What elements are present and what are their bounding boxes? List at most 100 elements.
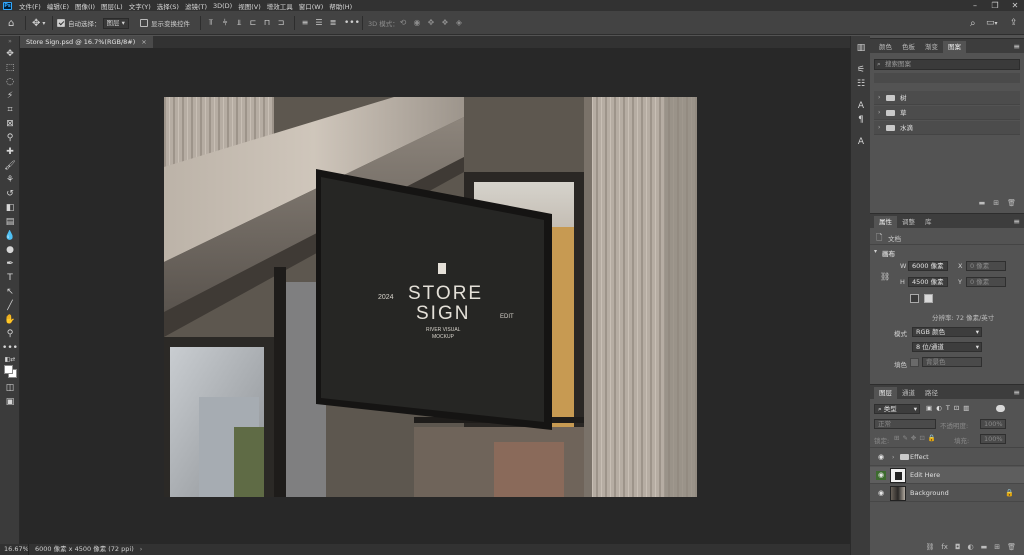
tab-color[interactable]: 颜色: [874, 41, 897, 53]
quick-mask-icon[interactable]: ◫: [0, 382, 20, 394]
menu-plugins[interactable]: 增效工具: [267, 1, 293, 11]
character-panel-icon[interactable]: A: [851, 100, 871, 112]
paragraph-panel-icon[interactable]: ¶: [851, 114, 871, 126]
x-field[interactable]: 0 像素: [966, 261, 1006, 271]
menu-file[interactable]: 文件(F): [19, 1, 41, 11]
zoom-tool-icon[interactable]: ⚲: [0, 328, 20, 340]
pen-tool-icon[interactable]: ✒: [0, 258, 20, 270]
pattern-search-input[interactable]: ⌕ 搜索图案: [874, 59, 1020, 70]
menu-edit[interactable]: 编辑(E): [47, 1, 69, 11]
tab-patterns[interactable]: 图案: [943, 41, 966, 53]
tab-adjustments[interactable]: 调整: [897, 216, 920, 228]
path-select-tool-icon[interactable]: ↖: [0, 286, 20, 298]
3d-slide-icon[interactable]: ❖: [440, 18, 450, 28]
brush-tool-icon[interactable]: 🖌: [0, 160, 20, 172]
delete-layer-icon[interactable]: 🗑: [1007, 543, 1016, 553]
layer-filter-icons[interactable]: ▣◐T⊡▥: [926, 404, 973, 412]
layer-row-edit-here[interactable]: ◉ Edit Here: [870, 467, 1024, 484]
align-hcenter-icon[interactable]: ⊓: [262, 18, 272, 28]
brush-settings-icon[interactable]: ⚟: [851, 64, 871, 76]
panel-menu-icon[interactable]: ≡: [1013, 216, 1020, 228]
3d-pan-icon[interactable]: ✥: [426, 18, 436, 28]
screen-mode-icon[interactable]: ▣: [0, 396, 20, 408]
tab-properties[interactable]: 属性: [874, 216, 897, 228]
mode-dropdown[interactable]: RGB 颜色 ▾: [912, 327, 982, 337]
type-tool-icon[interactable]: T: [0, 272, 20, 284]
adjustment-layer-icon[interactable]: ◐: [968, 543, 974, 553]
status-chevron-icon[interactable]: ›: [140, 544, 143, 555]
tab-paths[interactable]: 路径: [920, 387, 943, 399]
eyedropper-tool-icon[interactable]: ⚲: [0, 132, 20, 144]
new-layer-icon[interactable]: ⊞: [994, 543, 1000, 553]
link-dimensions-icon[interactable]: ⛓: [880, 272, 890, 281]
document-tab[interactable]: Store Sign.psd @ 16.7%(RGB/8#) ×: [20, 36, 153, 48]
3d-scale-icon[interactable]: ◈: [454, 18, 464, 28]
move-tool-icon[interactable]: ✥: [0, 48, 20, 60]
panel-menu-icon[interactable]: ≡: [1013, 41, 1020, 53]
tab-libraries[interactable]: 库: [920, 216, 937, 228]
menu-layer[interactable]: 图层(L): [101, 1, 123, 11]
restore-icon[interactable]: ❐: [988, 0, 1002, 11]
y-field[interactable]: 0 像素: [966, 277, 1006, 287]
opacity-field[interactable]: 100%: [980, 419, 1006, 429]
layer-filter-dropdown[interactable]: ⌕ 类型 ▾: [874, 404, 920, 414]
frame-tool-icon[interactable]: ⊠: [0, 118, 20, 130]
menu-type[interactable]: 文字(Y): [129, 1, 151, 11]
share-icon[interactable]: ⇪: [1010, 11, 1018, 35]
crop-tool-icon[interactable]: ⌗: [0, 104, 20, 116]
distribute-vcenter-icon[interactable]: ☰: [314, 18, 324, 28]
eye-icon[interactable]: ◉: [876, 471, 886, 480]
align-top-icon[interactable]: ⫪: [206, 18, 216, 28]
eraser-tool-icon[interactable]: ◧: [0, 202, 20, 214]
menu-3d[interactable]: 3D(D): [213, 2, 232, 10]
menu-help[interactable]: 帮助(H): [329, 1, 352, 11]
chevron-right-icon[interactable]: ›: [892, 449, 894, 466]
tab-channels[interactable]: 通道: [897, 387, 920, 399]
fill-dropdown[interactable]: 背景色: [922, 357, 982, 367]
add-mask-icon[interactable]: ◘: [955, 543, 961, 553]
align-vcenter-icon[interactable]: ⫩: [220, 18, 230, 28]
magic-wand-tool-icon[interactable]: ⚡: [0, 90, 20, 102]
clone-stamp-tool-icon[interactable]: ⚘: [0, 174, 20, 186]
layer-row-effect[interactable]: ◉ › Effect: [870, 449, 1024, 466]
new-group-icon[interactable]: ▬: [981, 543, 988, 553]
menu-window[interactable]: 窗口(W): [299, 1, 324, 11]
adjustments-icon[interactable]: ☷: [851, 78, 871, 90]
delete-icon[interactable]: 🗑: [1007, 199, 1016, 209]
document-image[interactable]: 2024 STORE SIGN EDIT RIVER VISUAL MOCKUP: [164, 97, 697, 497]
gradient-tool-icon[interactable]: ▤: [0, 216, 20, 228]
align-right-icon[interactable]: ⊐: [276, 18, 286, 28]
align-left-icon[interactable]: ⊏: [248, 18, 258, 28]
panel-menu-icon[interactable]: ≡: [1013, 387, 1020, 399]
tab-layers[interactable]: 图层: [874, 387, 897, 399]
3d-roll-icon[interactable]: ◉: [412, 18, 422, 28]
lock-icons[interactable]: ⊞✎✥⊡🔒: [894, 434, 939, 442]
portrait-orientation-icon[interactable]: [910, 294, 919, 303]
distribute-bottom-icon[interactable]: ≣: [328, 18, 338, 28]
pattern-group-water[interactable]: › 水滴: [874, 121, 1020, 135]
link-layers-icon[interactable]: ⛓: [925, 543, 934, 553]
chevron-down-icon[interactable]: ▾: [874, 248, 877, 255]
collapse-icon[interactable]: »: [0, 39, 20, 45]
dodge-tool-icon[interactable]: ●: [0, 244, 20, 256]
marquee-tool-icon[interactable]: ⬚: [0, 62, 20, 74]
zoom-level[interactable]: 16.67%: [0, 544, 29, 555]
search-icon[interactable]: ⌕: [970, 11, 976, 35]
workspace-icon[interactable]: ▭ ▾: [986, 11, 998, 35]
landscape-orientation-icon[interactable]: [924, 294, 933, 303]
width-field[interactable]: 6000 像素: [908, 261, 948, 271]
healing-tool-icon[interactable]: ✚: [0, 146, 20, 158]
line-tool-icon[interactable]: ╱: [0, 300, 20, 312]
minimize-icon[interactable]: –: [968, 0, 982, 11]
tab-gradients[interactable]: 渐变: [920, 41, 943, 53]
blur-tool-icon[interactable]: 💧: [0, 230, 20, 242]
layer-row-background[interactable]: ◉ Background 🔒: [870, 485, 1024, 502]
height-field[interactable]: 4500 像素: [908, 277, 948, 287]
filter-toggle[interactable]: [996, 405, 1005, 412]
more-options-icon[interactable]: •••: [344, 11, 360, 35]
menu-view[interactable]: 视图(V): [238, 1, 261, 11]
move-tool-preset-icon[interactable]: ✥ ▾: [32, 11, 45, 35]
tab-swatches[interactable]: 色板: [897, 41, 920, 53]
fill-opacity-field[interactable]: 100%: [980, 434, 1006, 444]
3d-orbit-icon[interactable]: ⟲: [398, 18, 408, 28]
